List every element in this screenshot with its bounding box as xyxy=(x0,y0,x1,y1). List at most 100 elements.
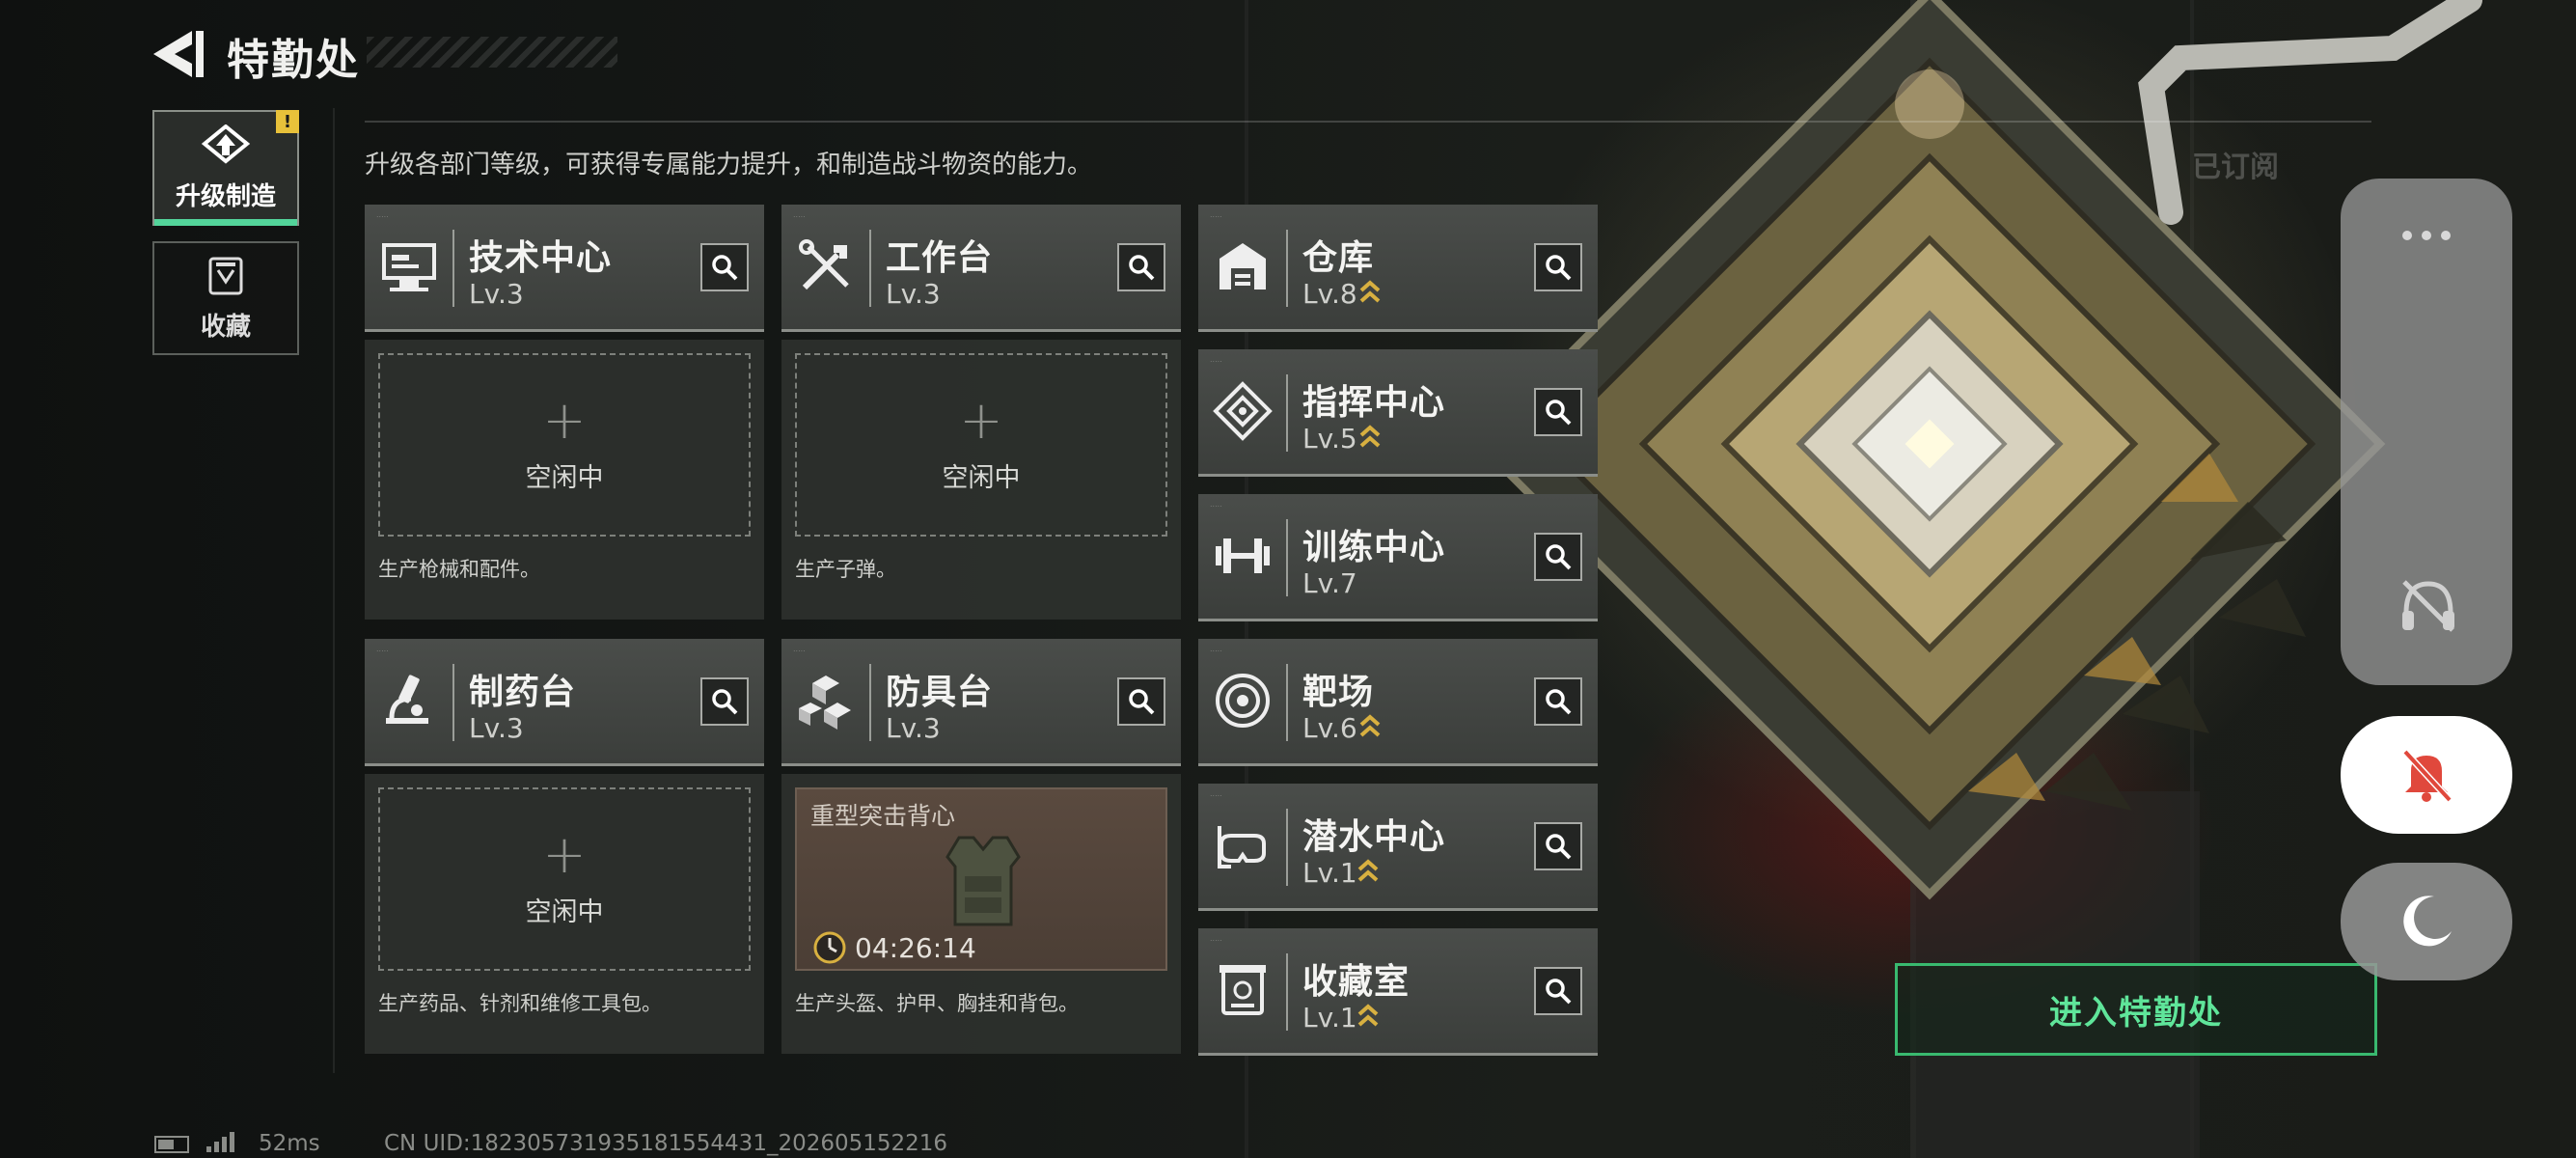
card-name: 指挥中心 xyxy=(1302,383,1446,423)
subscribe-label[interactable]: 已订阅 xyxy=(2192,143,2279,185)
dive-mask-icon xyxy=(1218,826,1266,868)
card-armor-bench[interactable]: ..... 防具台 Lv.3 xyxy=(781,639,1181,766)
search-button[interactable] xyxy=(1534,822,1582,870)
card-name: 防具台 xyxy=(886,673,994,712)
collection-icon xyxy=(1219,965,1266,1015)
card-level: Lv.3 xyxy=(886,278,941,310)
card-note: 生产枪械和配件。 xyxy=(378,558,540,581)
card-separator xyxy=(1286,953,1288,1031)
sidebar-item-collection[interactable]: 收藏 xyxy=(152,241,299,355)
card-level: Lv.3 xyxy=(469,712,524,744)
bell-off-icon xyxy=(2402,749,2453,803)
card-separator xyxy=(1286,374,1288,452)
card-level: Lv.8 xyxy=(1302,278,1357,310)
card-pharmacy[interactable]: ..... 制药台 Lv.3 xyxy=(365,639,764,766)
search-button[interactable] xyxy=(1534,677,1582,726)
command-icon xyxy=(1213,381,1273,441)
card-name: 仓库 xyxy=(1302,238,1375,278)
tech-center-icon xyxy=(382,243,436,291)
more-icon[interactable] xyxy=(2400,229,2453,242)
search-button[interactable] xyxy=(1534,967,1582,1015)
card-corner-mark: ..... xyxy=(793,210,806,219)
floating-toolbar xyxy=(2341,179,2512,685)
card-name: 制药台 xyxy=(469,673,577,712)
card-workbench[interactable]: ..... 工作台 Lv.3 xyxy=(781,205,1181,332)
idle-slot[interactable]: + 空闲中 xyxy=(378,353,751,537)
card-name: 训练中心 xyxy=(1302,528,1446,567)
crafting-slot[interactable]: 重型突击背心 04:26:14 xyxy=(795,787,1167,971)
facility-card[interactable]: ..... 仓库 Lv.8 xyxy=(1198,205,1598,332)
facility-card[interactable]: ..... 收藏室 Lv.1 xyxy=(1198,928,1598,1056)
upgrade-chevron-icon xyxy=(1359,280,1381,303)
night-mode-button[interactable] xyxy=(2341,863,2512,980)
card-body-workbench: + 空闲中 生产子弹。 xyxy=(781,340,1181,620)
search-button[interactable] xyxy=(700,677,749,726)
search-icon xyxy=(1546,400,1572,426)
card-separator xyxy=(1286,519,1288,596)
search-button[interactable] xyxy=(1534,533,1582,581)
sidebar-item-upgrade-craft[interactable]: ! 升级制造 xyxy=(152,110,299,226)
card-note: 生产子弹。 xyxy=(795,558,896,581)
upgrade-chevron-icon xyxy=(1357,859,1379,882)
back-button[interactable] xyxy=(150,27,207,81)
search-button[interactable] xyxy=(1534,243,1582,291)
card-separator xyxy=(1286,230,1288,307)
sidebar-item-label: 收藏 xyxy=(200,312,251,342)
search-icon xyxy=(712,689,738,715)
idle-slot[interactable]: + 空闲中 xyxy=(378,787,751,971)
page-title: 特勤处 xyxy=(227,36,360,85)
ping-readout: 52ms xyxy=(259,1131,320,1156)
search-icon xyxy=(1546,834,1572,860)
divider xyxy=(365,121,2371,123)
search-button[interactable] xyxy=(1117,677,1165,726)
search-button[interactable] xyxy=(700,243,749,291)
card-corner-mark: ..... xyxy=(376,210,389,219)
plus-icon: + xyxy=(542,389,587,451)
sidebar-item-label: 升级制造 xyxy=(175,181,276,211)
slot-status: 空闲中 xyxy=(525,462,604,493)
facility-card[interactable]: ..... 训练中心 Lv.7 xyxy=(1198,494,1598,621)
card-name: 收藏室 xyxy=(1302,962,1411,1002)
warehouse-icon xyxy=(1219,243,1266,290)
card-note: 生产药品、针剂和维修工具包。 xyxy=(378,992,662,1015)
armor-vest-image xyxy=(945,836,1021,926)
upgrade-chevron-icon xyxy=(1359,714,1381,737)
card-tech-center[interactable]: ..... 技术中心 Lv.3 xyxy=(365,205,764,332)
card-name: 技术中心 xyxy=(469,238,613,278)
idle-slot[interactable]: + 空闲中 xyxy=(795,353,1167,537)
card-level: Lv.7 xyxy=(1302,567,1357,599)
search-icon xyxy=(1546,544,1572,570)
upgrade-craft-icon xyxy=(201,124,251,164)
card-level: Lv.1 xyxy=(1302,1002,1357,1034)
enter-special-ops-button[interactable]: 进入特勤处 xyxy=(1895,963,2377,1056)
card-name: 潜水中心 xyxy=(1302,817,1446,857)
card-level: Lv.6 xyxy=(1302,712,1357,744)
headphones-off-icon[interactable] xyxy=(2397,574,2460,638)
search-button[interactable] xyxy=(1534,388,1582,436)
plus-icon: + xyxy=(959,389,1003,451)
card-note: 生产头盔、护甲、胸挂和背包。 xyxy=(795,992,1079,1015)
mute-notifications-button[interactable] xyxy=(2341,716,2512,834)
facility-card[interactable]: ..... 靶场 Lv.6 xyxy=(1198,639,1598,766)
section-description: 升级各部门等级，可获得专属能力提升，和制造战斗物资的能力。 xyxy=(365,151,1093,179)
card-level: Lv.3 xyxy=(469,278,524,310)
card-separator xyxy=(1286,809,1288,886)
facility-card[interactable]: ..... 潜水中心 Lv.1 xyxy=(1198,784,1598,911)
upgrade-chevron-icon xyxy=(1357,1004,1379,1027)
card-corner-mark: ..... xyxy=(1210,934,1222,943)
card-corner-mark: ..... xyxy=(1210,210,1222,219)
search-icon xyxy=(712,255,738,281)
timer-icon xyxy=(813,931,846,964)
card-name: 靶场 xyxy=(1302,673,1375,712)
card-corner-mark: ..... xyxy=(793,645,806,653)
card-separator xyxy=(869,664,871,741)
card-corner-mark: ..... xyxy=(376,645,389,653)
card-corner-mark: ..... xyxy=(1210,645,1222,653)
facility-card[interactable]: ..... 指挥中心 Lv.5 xyxy=(1198,349,1598,477)
search-button[interactable] xyxy=(1117,243,1165,291)
search-icon xyxy=(1546,689,1572,715)
crafting-timer: 04:26:14 xyxy=(855,932,976,964)
target-icon xyxy=(1216,674,1270,728)
card-separator xyxy=(452,664,454,741)
crafting-item-name: 重型突击背心 xyxy=(810,802,956,830)
